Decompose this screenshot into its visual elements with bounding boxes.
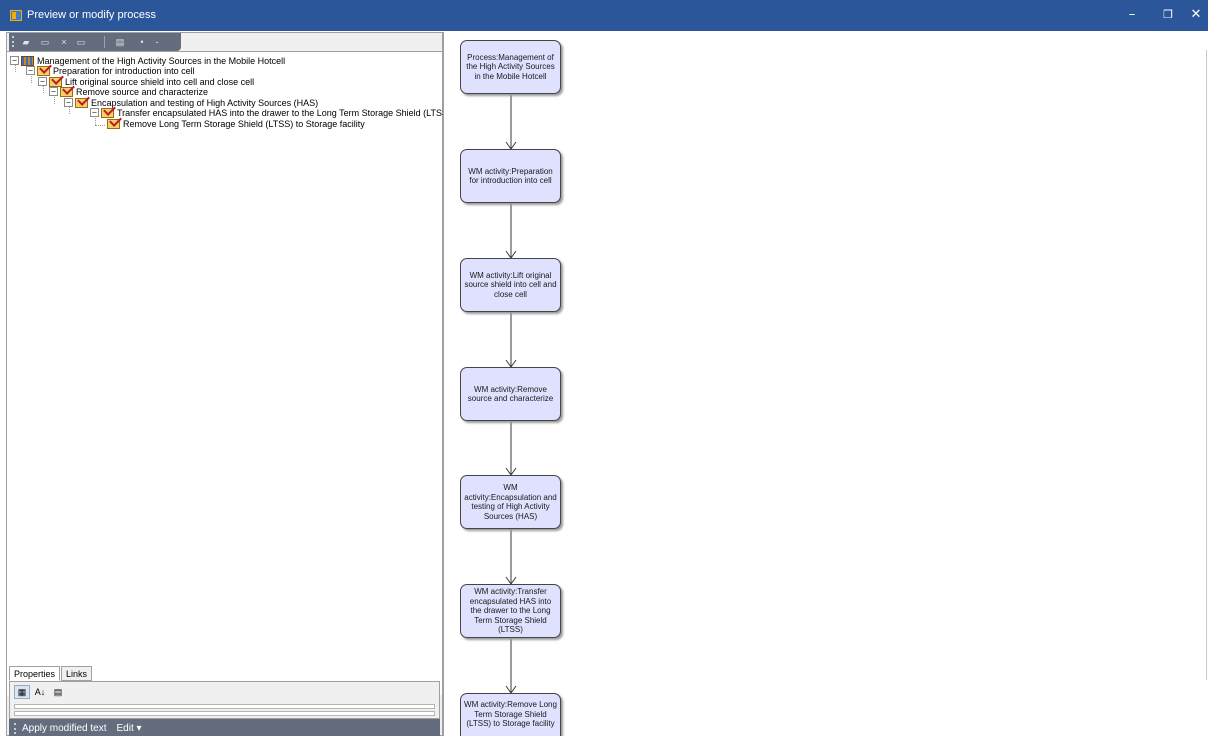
tree-node-label: Management of the High Activity Sources … [37, 55, 286, 66]
dash-icon[interactable]: - [150, 36, 164, 48]
sort-alphabetical-icon[interactable]: A↓ [32, 685, 48, 699]
tree-node-label: Transfer encapsulated HAS into the drawe… [117, 107, 452, 118]
diagram-node-preparation[interactable]: WM activity:Preparation for introduction… [460, 149, 561, 203]
property-grid[interactable] [14, 704, 435, 709]
document-icon[interactable]: ▤ [113, 36, 127, 48]
paste-icon[interactable]: ▭ [74, 36, 88, 48]
tree-toolbar: ▰ ▭ × ▭ ▤ • - [9, 33, 181, 51]
flow-arrow [505, 94, 517, 150]
toolbar-grip[interactable] [14, 722, 16, 734]
collapse-toggle[interactable]: − [10, 56, 19, 65]
close-button[interactable]: ✕ [1185, 5, 1207, 25]
tree-node-label: Remove source and characterize [76, 86, 209, 97]
collapse-toggle[interactable]: − [49, 87, 58, 96]
flow-arrow [505, 203, 517, 259]
tab-properties[interactable]: Properties [9, 666, 61, 681]
task-icon [107, 118, 120, 129]
diagram-node-lift-shield[interactable]: WM activity:Lift original source shield … [460, 258, 561, 312]
collapse-toggle[interactable]: − [38, 77, 47, 86]
app-icon [10, 10, 22, 21]
apply-modified-text-button[interactable]: Apply modified text [22, 723, 107, 734]
diagram-node-transfer[interactable]: WM activity:Transfer encapsulated HAS in… [460, 584, 561, 638]
diagram-node-process[interactable]: Process:Management of the High Activity … [460, 40, 561, 94]
toolbar-grip[interactable] [12, 36, 14, 47]
flow-arrow [505, 638, 517, 694]
diagram-node-remove-source[interactable]: WM activity:Remove source and characteri… [460, 367, 561, 421]
property-pages-icon[interactable]: ▤ [50, 685, 66, 699]
restore-button[interactable]: ❐ [1157, 5, 1179, 25]
tree-node-remove-source[interactable]: − Remove source and characterize [49, 86, 208, 97]
bottom-toolbar: Apply modified text Edit ▾ [9, 719, 440, 736]
bottom-tabs: Properties Links [9, 666, 93, 681]
task-icon [101, 107, 114, 118]
collapse-toggle[interactable]: − [90, 108, 99, 117]
collapse-toggle[interactable]: − [26, 66, 35, 75]
diagram-node-remove-ltss[interactable]: WM activity:Remove Long Term Storage Shi… [460, 693, 561, 736]
title-bar: Preview or modify process – ❐ ✕ [0, 0, 1208, 31]
task-icon [75, 97, 88, 108]
toolbar-separator [104, 36, 105, 48]
task-icon [60, 86, 73, 97]
edit-dropdown-button[interactable]: Edit ▾ [117, 723, 142, 734]
process-icon [21, 55, 34, 66]
property-grid-panel: ▦ A↓ ▤ [9, 681, 440, 719]
tree-node-label: Lift original source shield into cell an… [65, 76, 255, 87]
flow-arrow [505, 312, 517, 368]
process-tree: − Management of the High Activity Source… [7, 51, 451, 695]
task-icon [37, 65, 50, 76]
tree-node-preparation[interactable]: − Preparation for introduction into cell [26, 65, 195, 76]
tree-node-label: Remove Long Term Storage Shield (LTSS) t… [123, 118, 365, 129]
flow-arrow [505, 421, 517, 476]
flow-arrow [505, 529, 517, 585]
tree-node-transfer[interactable]: − Transfer encapsulated HAS into the dra… [90, 107, 451, 118]
tree-node-label: Encapsulation and testing of High Activi… [91, 97, 319, 108]
tree-node-label: Preparation for introduction into cell [53, 65, 195, 76]
property-description [14, 711, 435, 716]
categorized-icon[interactable]: ▦ [14, 685, 30, 699]
task-icon [49, 76, 62, 87]
tree-node-remove-ltss[interactable]: Remove Long Term Storage Shield (LTSS) t… [107, 118, 365, 129]
left-pane: ▰ ▭ × ▭ ▤ • - − Management of the High A… [6, 32, 451, 736]
window-title: Preview or modify process [27, 9, 156, 21]
dot-icon[interactable]: • [135, 36, 149, 48]
vertical-scrollbar[interactable] [1198, 32, 1208, 736]
diagram-pane: Process:Management of the High Activity … [443, 32, 1208, 736]
open-folder-icon[interactable]: ▰ [19, 36, 33, 48]
minimize-button[interactable]: – [1121, 5, 1143, 25]
collapse-toggle[interactable]: − [64, 98, 73, 107]
property-toolbar: ▦ A↓ ▤ [14, 684, 68, 700]
copy-icon[interactable]: ▭ [38, 36, 52, 48]
tab-links[interactable]: Links [61, 666, 93, 681]
scrollbar-thumb[interactable] [1202, 50, 1207, 680]
tree-line [95, 125, 105, 126]
cut-icon[interactable]: × [57, 36, 71, 48]
diagram-node-encapsulation[interactable]: WM activity:Encapsulation and testing of… [460, 475, 561, 529]
